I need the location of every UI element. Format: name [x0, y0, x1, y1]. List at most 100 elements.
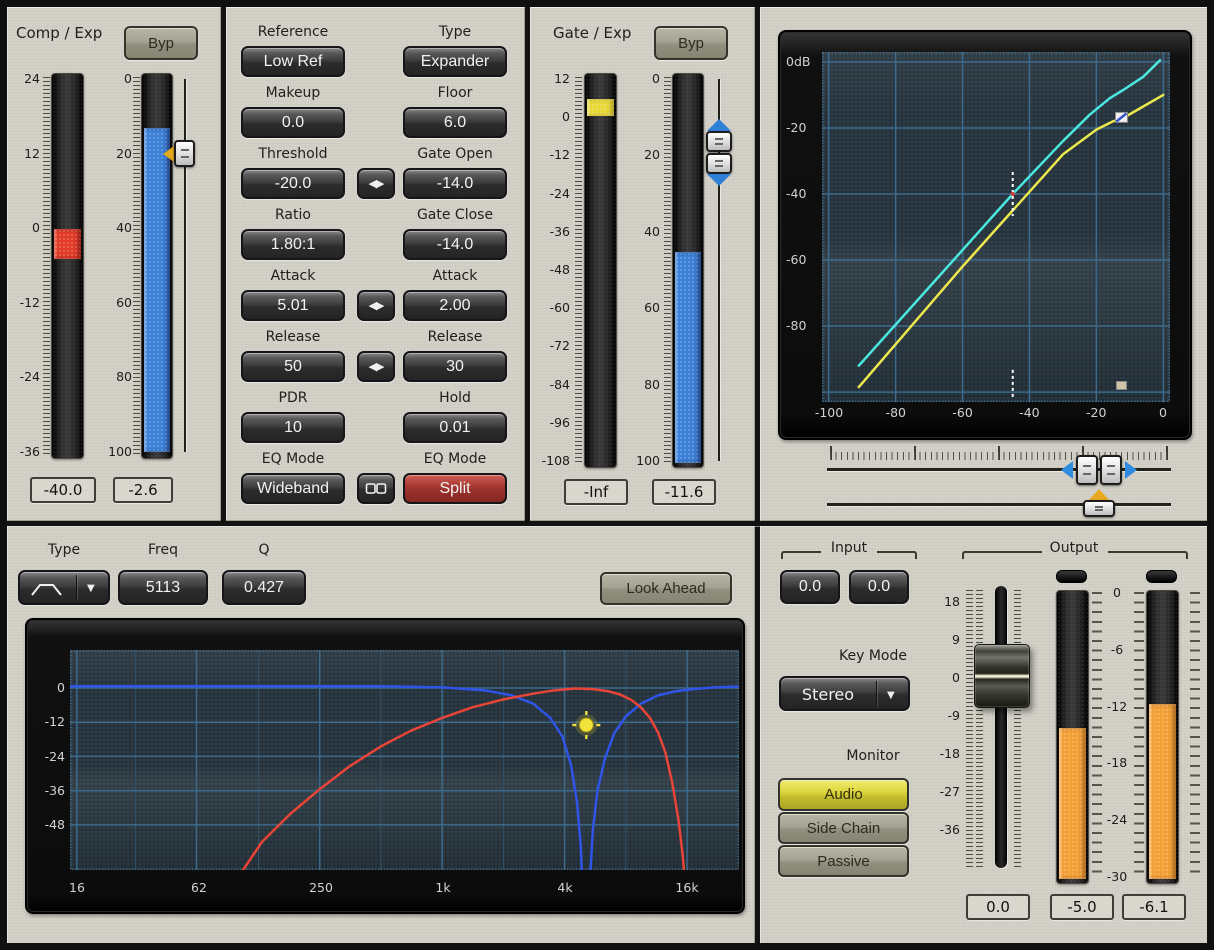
attack-link-button[interactable]: ◀▶	[357, 290, 395, 321]
comp-attack-value-button[interactable]: 5.01	[241, 290, 345, 321]
scale-label: -9	[928, 710, 960, 723]
scale-label: -20	[786, 122, 822, 135]
scale-label: 40	[96, 222, 132, 235]
gate-open-handle[interactable]	[706, 131, 732, 152]
threshold-link-button[interactable]: ◀▶	[357, 168, 395, 199]
comp-threshold-handle[interactable]	[174, 140, 195, 167]
scale-label: 0	[928, 672, 960, 685]
scale-label: 60	[96, 297, 132, 310]
curve-handle-marker[interactable]	[1116, 381, 1126, 389]
eq-mode-wideband-button[interactable]: Wideband	[241, 473, 345, 504]
key-mode-dropdown[interactable]: Stereo ▼	[779, 676, 910, 711]
threshold-value-button[interactable]: -20.0	[241, 168, 345, 199]
scale-label: 62	[191, 882, 207, 895]
gate-open-value-button[interactable]: -14.0	[403, 168, 507, 199]
gate-level-value[interactable]: -11.6	[652, 479, 716, 505]
comp-gr-value[interactable]: -40.0	[30, 477, 96, 503]
param-label: Type	[403, 24, 507, 41]
look-ahead-button[interactable]: Look Ahead	[600, 572, 732, 605]
output-ticks-right	[1190, 592, 1200, 878]
output-ticks-mid	[1134, 592, 1144, 878]
scale-label: 0	[626, 73, 660, 86]
key-mode-value: Stereo	[781, 685, 875, 704]
scale-label: 80	[626, 378, 660, 391]
param-label: Attack	[403, 268, 507, 285]
floor-value-button[interactable]: 6.0	[403, 107, 507, 138]
scale-label: -60	[952, 407, 972, 420]
scale-label: -24	[534, 187, 570, 200]
transfer-graph[interactable]	[822, 52, 1170, 402]
eq-point-marker[interactable]	[579, 718, 593, 732]
scale-label: 60	[626, 302, 660, 315]
scale-label: 0	[96, 73, 132, 86]
makeup-value-button[interactable]: 0.0	[241, 107, 345, 138]
gate-release-value-button[interactable]: 30	[403, 351, 507, 382]
input-gain-left-button[interactable]: 0.0	[780, 570, 840, 604]
output-right-peak-value[interactable]: -6.1	[1122, 894, 1186, 920]
output-right-clip-led[interactable]	[1146, 570, 1177, 583]
type-button[interactable]: Expander	[403, 46, 507, 77]
hold-value-button[interactable]: 0.01	[403, 412, 507, 443]
scale-label: 12	[534, 73, 570, 86]
fader-scale: 1890-9-18-27-36	[928, 602, 960, 830]
gate-close-slider-handle[interactable]	[1100, 455, 1122, 485]
output-group-label: Output	[1043, 540, 1105, 557]
param-label: EQ Mode	[403, 451, 507, 468]
scale-label: -108	[534, 455, 570, 468]
ratio-value-button[interactable]: 1.80:1	[241, 229, 345, 260]
divider	[7, 521, 1207, 526]
gate-open-slider-handle[interactable]	[1076, 455, 1098, 485]
monitor-side-chain-button[interactable]: Side Chain	[778, 812, 909, 844]
output-left-clip-led[interactable]	[1056, 570, 1087, 583]
output-fader-value[interactable]: 0.0	[966, 894, 1030, 920]
transfer-function-chart[interactable]	[822, 52, 1170, 402]
gate-level-meter-fill	[675, 252, 701, 463]
gate-close-handle[interactable]	[706, 153, 732, 174]
scale-label: 12	[8, 147, 40, 160]
comp-threshold-rail[interactable]	[184, 79, 186, 452]
scale-label: -96	[534, 417, 570, 430]
scale-label: 1k	[435, 882, 450, 895]
comp-level-value[interactable]: -2.6	[113, 477, 173, 503]
eq-freq-value-button[interactable]: 5113	[118, 570, 208, 605]
chevron-down-icon: ▼	[887, 691, 895, 701]
gate-level-meter	[672, 73, 704, 468]
fader-slot[interactable]	[995, 586, 1007, 868]
monitor-passive-button[interactable]: Passive	[778, 845, 909, 877]
sidechain-eq-chart[interactable]	[70, 650, 739, 870]
chevron-down-icon: ▼	[87, 584, 95, 594]
threshold-slider-handle[interactable]	[1083, 500, 1115, 517]
eq-x-axis-labels: 16622501k4k16k	[77, 882, 687, 900]
eq-mode-split-button[interactable]: Split	[403, 473, 507, 504]
comp-bypass-button[interactable]: Byp	[124, 26, 198, 60]
scale-label: -6	[1102, 644, 1132, 657]
stereo-link-icon	[365, 482, 387, 495]
pdr-value-button[interactable]: 10	[241, 412, 345, 443]
gate-attack-value-button[interactable]: 2.00	[403, 290, 507, 321]
output-left-peak-value[interactable]: -5.0	[1050, 894, 1114, 920]
comp-level-meter	[141, 73, 173, 459]
eq-q-value-button[interactable]: 0.427	[222, 570, 306, 605]
gate-gr-value[interactable]: -Inf	[564, 479, 628, 505]
eq-type-dropdown[interactable]: ▼	[18, 570, 110, 605]
scale-label: -48	[35, 819, 65, 832]
output-right-meter-fill	[1149, 704, 1176, 879]
dropdown-divider	[76, 575, 77, 600]
eq-graph-bezel: 0-12-24-36-48 16622501k4k16k	[25, 618, 745, 914]
reference-button[interactable]: Low Ref	[241, 46, 345, 77]
threshold-slider-rail[interactable]	[827, 503, 1171, 506]
divider	[755, 7, 760, 943]
input-gain-right-button[interactable]: 0.0	[849, 570, 909, 604]
scale-label: 24	[8, 73, 40, 86]
release-link-button[interactable]: ◀▶	[357, 351, 395, 382]
output-fader-handle[interactable]	[974, 644, 1030, 708]
comp-release-value-button[interactable]: 50	[241, 351, 345, 382]
scale-label: 0	[1102, 587, 1132, 600]
transfer-x-axis-labels: -100-80-60-40-200	[829, 407, 1163, 423]
monitor-audio-button[interactable]: Audio	[778, 778, 909, 811]
gate-close-value-button[interactable]: -14.0	[403, 229, 507, 260]
gate-bypass-button[interactable]: Byp	[654, 26, 728, 60]
eq-mode-link-button[interactable]	[357, 473, 395, 504]
scale-label: -40	[1019, 407, 1039, 420]
eq-graph[interactable]	[70, 650, 739, 870]
